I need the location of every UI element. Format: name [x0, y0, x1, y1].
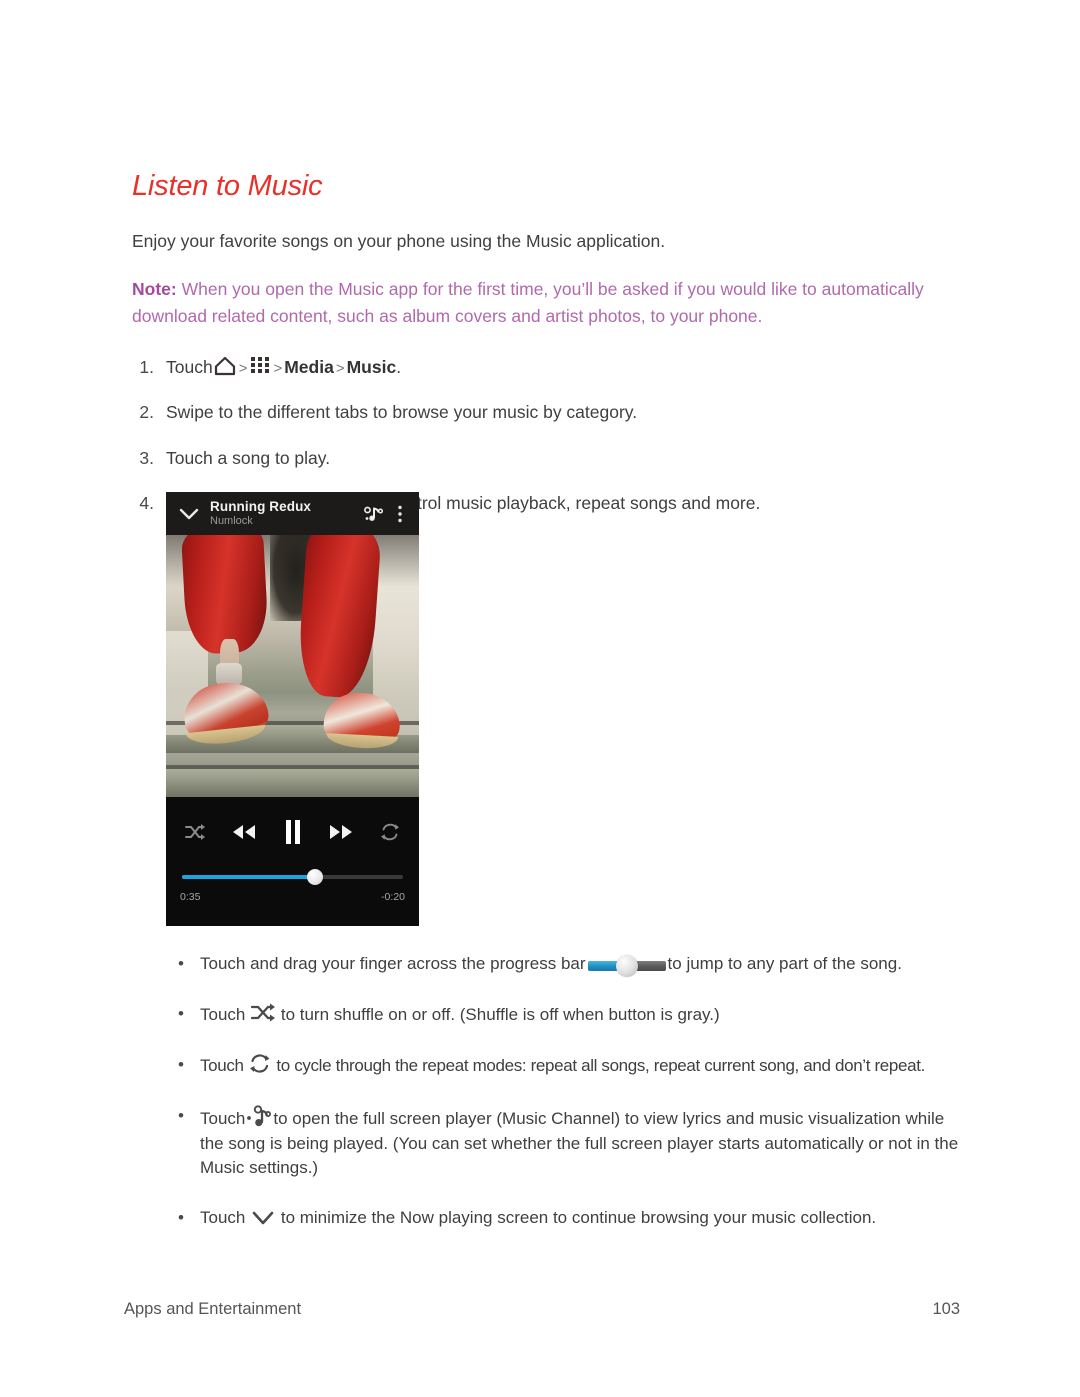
- list-item: • Touch to minimize the Now playing scre…: [178, 1206, 968, 1230]
- bullet-text: Touch and drag your finger across the pr…: [200, 952, 968, 977]
- footer-section: Apps and Entertainment: [124, 1300, 302, 1318]
- note-block: Note: When you open the Music app for th…: [132, 276, 932, 329]
- seek-thumb[interactable]: [306, 869, 323, 885]
- intro-paragraph: Enjoy your favorite songs on your phone …: [132, 231, 666, 251]
- separator-gt-3: >: [335, 359, 345, 377]
- separator-gt: >: [238, 359, 248, 377]
- list-item: • Touch to turn shuffle on or off. (Shuf…: [178, 1002, 968, 1027]
- note-text: When you open the Music app for the firs…: [132, 279, 924, 326]
- playback-controls: 0:35 -0:20: [166, 797, 419, 926]
- step-item: 3. Touch a song to play.: [132, 446, 960, 471]
- bullet-marker: •: [178, 954, 184, 973]
- bullet-tail: to cycle through the repeat modes: repea…: [276, 1056, 925, 1076]
- bullet-marker: •: [178, 1004, 184, 1024]
- stair-step: [166, 765, 419, 797]
- progress-bar-thumb: [615, 955, 638, 977]
- more-vertical-icon[interactable]: [391, 504, 409, 524]
- tips-bullet-list: • Touch and drag your finger across the …: [178, 952, 968, 1256]
- home-icon: [213, 356, 237, 376]
- step-number: 2.: [139, 402, 154, 423]
- bullet-marker: •: [178, 1207, 184, 1227]
- bullet-lead: Touch: [200, 1109, 246, 1129]
- step-suffix: .: [396, 356, 402, 377]
- pause-icon[interactable]: [282, 818, 304, 846]
- list-item: • Touch to open the full screen player (M…: [178, 1104, 968, 1179]
- track-artist: Numlock: [210, 515, 253, 528]
- bullet-marker: •: [178, 1055, 184, 1075]
- step-text: Touch > > Media > Music.: [166, 355, 960, 380]
- repeat-icon[interactable]: [379, 822, 401, 842]
- track-title: Running Redux: [210, 498, 312, 514]
- bullet-lead: Touch: [200, 1005, 246, 1025]
- seek-fill: [182, 875, 315, 879]
- sock-left: [216, 663, 242, 685]
- separator-gt-2: >: [273, 359, 283, 377]
- menu-media: Media: [284, 356, 334, 377]
- album-art: [166, 535, 419, 797]
- seek-bar[interactable]: [182, 867, 403, 889]
- bullet-lead: Touch: [200, 1207, 246, 1227]
- bullet-tail: to open the full screen player (Music Ch…: [200, 1109, 959, 1177]
- page-title: Listen to Music: [132, 170, 323, 202]
- bullet-marker: •: [178, 1106, 184, 1126]
- fast-forward-icon[interactable]: [327, 822, 355, 842]
- bullet-tail: to jump to any part of the song.: [667, 954, 902, 973]
- step-text: Touch a song to play.: [166, 447, 331, 468]
- bullet-text: Touch to minimize the Now playing screen…: [200, 1206, 968, 1230]
- music-channel-icon: [245, 1104, 273, 1130]
- bullet-lead: Touch: [200, 1056, 244, 1076]
- apps-grid-icon: [249, 356, 271, 376]
- chevron-down-icon[interactable]: [174, 507, 204, 521]
- shuffle-icon[interactable]: [184, 823, 206, 841]
- bullet-lead: Touch and drag your finger across the pr…: [200, 954, 586, 973]
- repeat-icon: [248, 1053, 272, 1074]
- track-info: Running Redux Numlock: [204, 498, 357, 528]
- bullet-text: Touch to open the full screen player (Mus…: [200, 1104, 968, 1179]
- step-text: Swipe to the different tabs to browse yo…: [166, 402, 638, 423]
- note-label: Note:: [132, 279, 177, 300]
- chevron-down-icon: [250, 1209, 276, 1227]
- rewind-icon[interactable]: [230, 822, 258, 842]
- step-item: 2. Swipe to the different tabs to browse…: [132, 400, 960, 425]
- bullet-text: Touch to turn shuffle on or off. (Shuffl…: [200, 1002, 968, 1027]
- now-playing-topbar: Running Redux Numlock: [166, 492, 419, 535]
- step-item: 1. Touch > > Media > Music.: [132, 355, 960, 380]
- page-footer: Apps and Entertainment 103: [124, 1300, 960, 1319]
- stair-edge: [166, 765, 419, 769]
- progress-bar-graphic: [587, 955, 666, 977]
- step-prefix: Touch: [166, 356, 213, 377]
- transport-row: [180, 797, 405, 867]
- bullet-text: Touch to cycle through the repeat modes:…: [200, 1053, 968, 1078]
- step-number: 4.: [139, 493, 154, 513]
- step-number: 3.: [139, 447, 154, 468]
- shuffle-icon: [250, 1002, 276, 1023]
- bullet-tail: to turn shuffle on or off. (Shuffle is o…: [280, 1005, 720, 1025]
- red-pants-left: [180, 535, 270, 656]
- music-channel-icon[interactable]: [357, 504, 391, 524]
- time-row: 0:35 -0:20: [180, 889, 405, 903]
- phone-screenshot: Running Redux Numlock 0:35 -0:20: [166, 492, 419, 926]
- list-item: • Touch and drag your finger across the …: [178, 952, 968, 977]
- step-number: 1.: [139, 356, 154, 377]
- elapsed-time: 0:35: [180, 891, 201, 903]
- menu-music: Music: [346, 356, 397, 377]
- bullet-tail: to minimize the Now playing screen to co…: [280, 1207, 877, 1227]
- list-item: • Touch to cycle through the repeat mode…: [178, 1053, 968, 1078]
- footer-page-number: 103: [932, 1300, 960, 1318]
- remaining-time: -0:20: [381, 891, 405, 903]
